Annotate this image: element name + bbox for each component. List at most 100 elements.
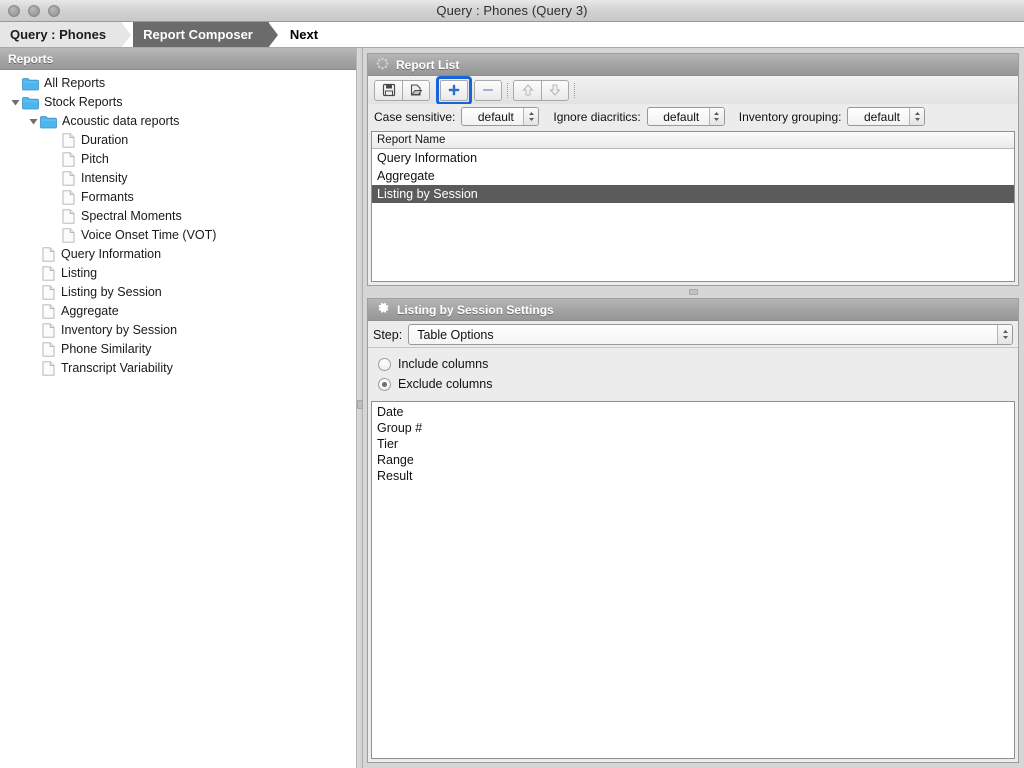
breadcrumb-item-next[interactable]: Next (280, 22, 334, 47)
zoom-button[interactable] (48, 5, 60, 17)
radio-option[interactable]: Exclude columns (378, 374, 1018, 394)
tree-item-label: Inventory by Session (61, 321, 177, 340)
radio-button[interactable] (378, 358, 391, 371)
document-icon (62, 228, 75, 243)
vertical-splitter[interactable] (357, 48, 363, 768)
breadcrumb-item-report-composer[interactable]: Report Composer (133, 22, 269, 47)
ignore-diacritics-label: Ignore diacritics: (553, 110, 640, 124)
save-button[interactable] (374, 80, 402, 101)
move-up-button[interactable] (513, 80, 541, 101)
document-icon (42, 361, 55, 376)
document-icon (42, 304, 55, 319)
tree-item[interactable]: Transcript Variability (0, 359, 356, 378)
tree-item-label: Spectral Moments (81, 207, 182, 226)
inventory-grouping-dropdown[interactable]: default (847, 107, 925, 126)
open-button[interactable] (402, 80, 430, 101)
document-icon (62, 133, 75, 148)
chevron-updown-icon (709, 108, 724, 125)
tree-item[interactable]: Aggregate (0, 302, 356, 321)
inventory-grouping-label: Inventory grouping: (739, 110, 842, 124)
radio-selected-dot (382, 382, 387, 387)
report-name-cell: Listing by Session (377, 187, 478, 201)
horizontal-splitter[interactable] (367, 286, 1019, 298)
add-button[interactable] (440, 80, 468, 101)
tree-item-label: Phone Similarity (61, 340, 151, 359)
tree-item[interactable]: Stock Reports (0, 93, 356, 112)
table-row[interactable]: Listing by Session (372, 185, 1014, 203)
report-list-panel: Report List (367, 53, 1019, 286)
table-row[interactable]: Aggregate (372, 167, 1014, 185)
tree-item-label: Aggregate (61, 302, 119, 321)
tree-item[interactable]: Formants (0, 188, 356, 207)
table-row[interactable]: Query Information (372, 149, 1014, 167)
list-item[interactable]: Group # (372, 420, 1014, 436)
tree-item[interactable]: Spectral Moments (0, 207, 356, 226)
column-header-report-name: Report Name (377, 134, 445, 146)
disclosure-triangle-open-icon[interactable] (26, 115, 40, 129)
report-list-table[interactable]: Report Name Query Information Aggregate Li… (371, 131, 1015, 282)
document-icon (62, 209, 75, 224)
window-titlebar: Query : Phones (Query 3) (0, 0, 1024, 22)
document-icon (42, 323, 55, 338)
tree-item[interactable]: Listing by Session (0, 283, 356, 302)
chevron-updown-icon (997, 325, 1012, 344)
tree-item-label: Stock Reports (44, 93, 123, 112)
document-icon (62, 152, 75, 167)
list-item[interactable]: Range (372, 452, 1014, 468)
tree-item-label: Acoustic data reports (62, 112, 179, 131)
case-sensitive-value: default (470, 110, 523, 124)
column-mode-radio-group: Include columns Exclude columns (368, 347, 1018, 401)
plus-icon (447, 83, 461, 97)
move-button-group (513, 80, 569, 101)
tree-item[interactable]: Query Information (0, 245, 356, 264)
folder-icon (22, 77, 39, 91)
step-dropdown[interactable]: Table Options (408, 324, 1013, 345)
report-list-toolbar (368, 76, 1018, 104)
tree-item[interactable]: Acoustic data reports (0, 112, 356, 131)
radio-button[interactable] (378, 378, 391, 391)
remove-button[interactable] (474, 80, 502, 101)
splitter-handle[interactable] (689, 289, 698, 295)
radio-label: Exclude columns (398, 377, 493, 391)
table-body: Query Information Aggregate Listing by Ses… (372, 149, 1014, 203)
settings-header: Listing by Session Settings (368, 299, 1018, 321)
traffic-lights (8, 0, 60, 21)
tree-item[interactable]: Pitch (0, 150, 356, 169)
tree-item[interactable]: All Reports (0, 74, 356, 93)
tree-item[interactable]: Voice Onset Time (VOT) (0, 226, 356, 245)
arrow-down-icon (548, 83, 562, 97)
column-list[interactable]: DateGroup #TierRangeResult (371, 401, 1015, 759)
disclosure-triangle-open-icon[interactable] (8, 96, 22, 110)
tree-item[interactable]: Phone Similarity (0, 340, 356, 359)
document-icon (62, 190, 75, 205)
tree-item-label: Pitch (81, 150, 109, 169)
tree-item[interactable]: Listing (0, 264, 356, 283)
list-item[interactable]: Result (372, 468, 1014, 484)
list-item[interactable]: Date (372, 404, 1014, 420)
tree-item[interactable]: Intensity (0, 169, 356, 188)
reports-tree[interactable]: All ReportsStock ReportsAcoustic data re… (0, 70, 356, 768)
toolbar-separator (507, 83, 508, 98)
settings-panel: Listing by Session Settings Step: Table … (367, 298, 1019, 763)
report-list-title: Report List (396, 58, 459, 72)
case-sensitive-label: Case sensitive: (374, 110, 455, 124)
splitter-handle[interactable] (357, 400, 363, 409)
move-down-button[interactable] (541, 80, 569, 101)
list-item[interactable]: Tier (372, 436, 1014, 452)
right-pane: Report List (363, 48, 1024, 768)
open-folder-icon (409, 83, 423, 97)
document-icon (42, 342, 55, 357)
folder-icon (40, 115, 57, 129)
tree-item-label: Intensity (81, 169, 128, 188)
close-button[interactable] (8, 5, 20, 17)
tree-item[interactable]: Duration (0, 131, 356, 150)
ignore-diacritics-value: default (656, 110, 709, 124)
minimize-button[interactable] (28, 5, 40, 17)
ignore-diacritics-dropdown[interactable]: default (647, 107, 725, 126)
tree-item-label: Query Information (61, 245, 161, 264)
report-name-cell: Aggregate (377, 169, 435, 183)
tree-item[interactable]: Inventory by Session (0, 321, 356, 340)
case-sensitive-dropdown[interactable]: default (461, 107, 539, 126)
breadcrumb-item-query-phones[interactable]: Query : Phones (0, 22, 122, 47)
radio-option[interactable]: Include columns (378, 354, 1018, 374)
